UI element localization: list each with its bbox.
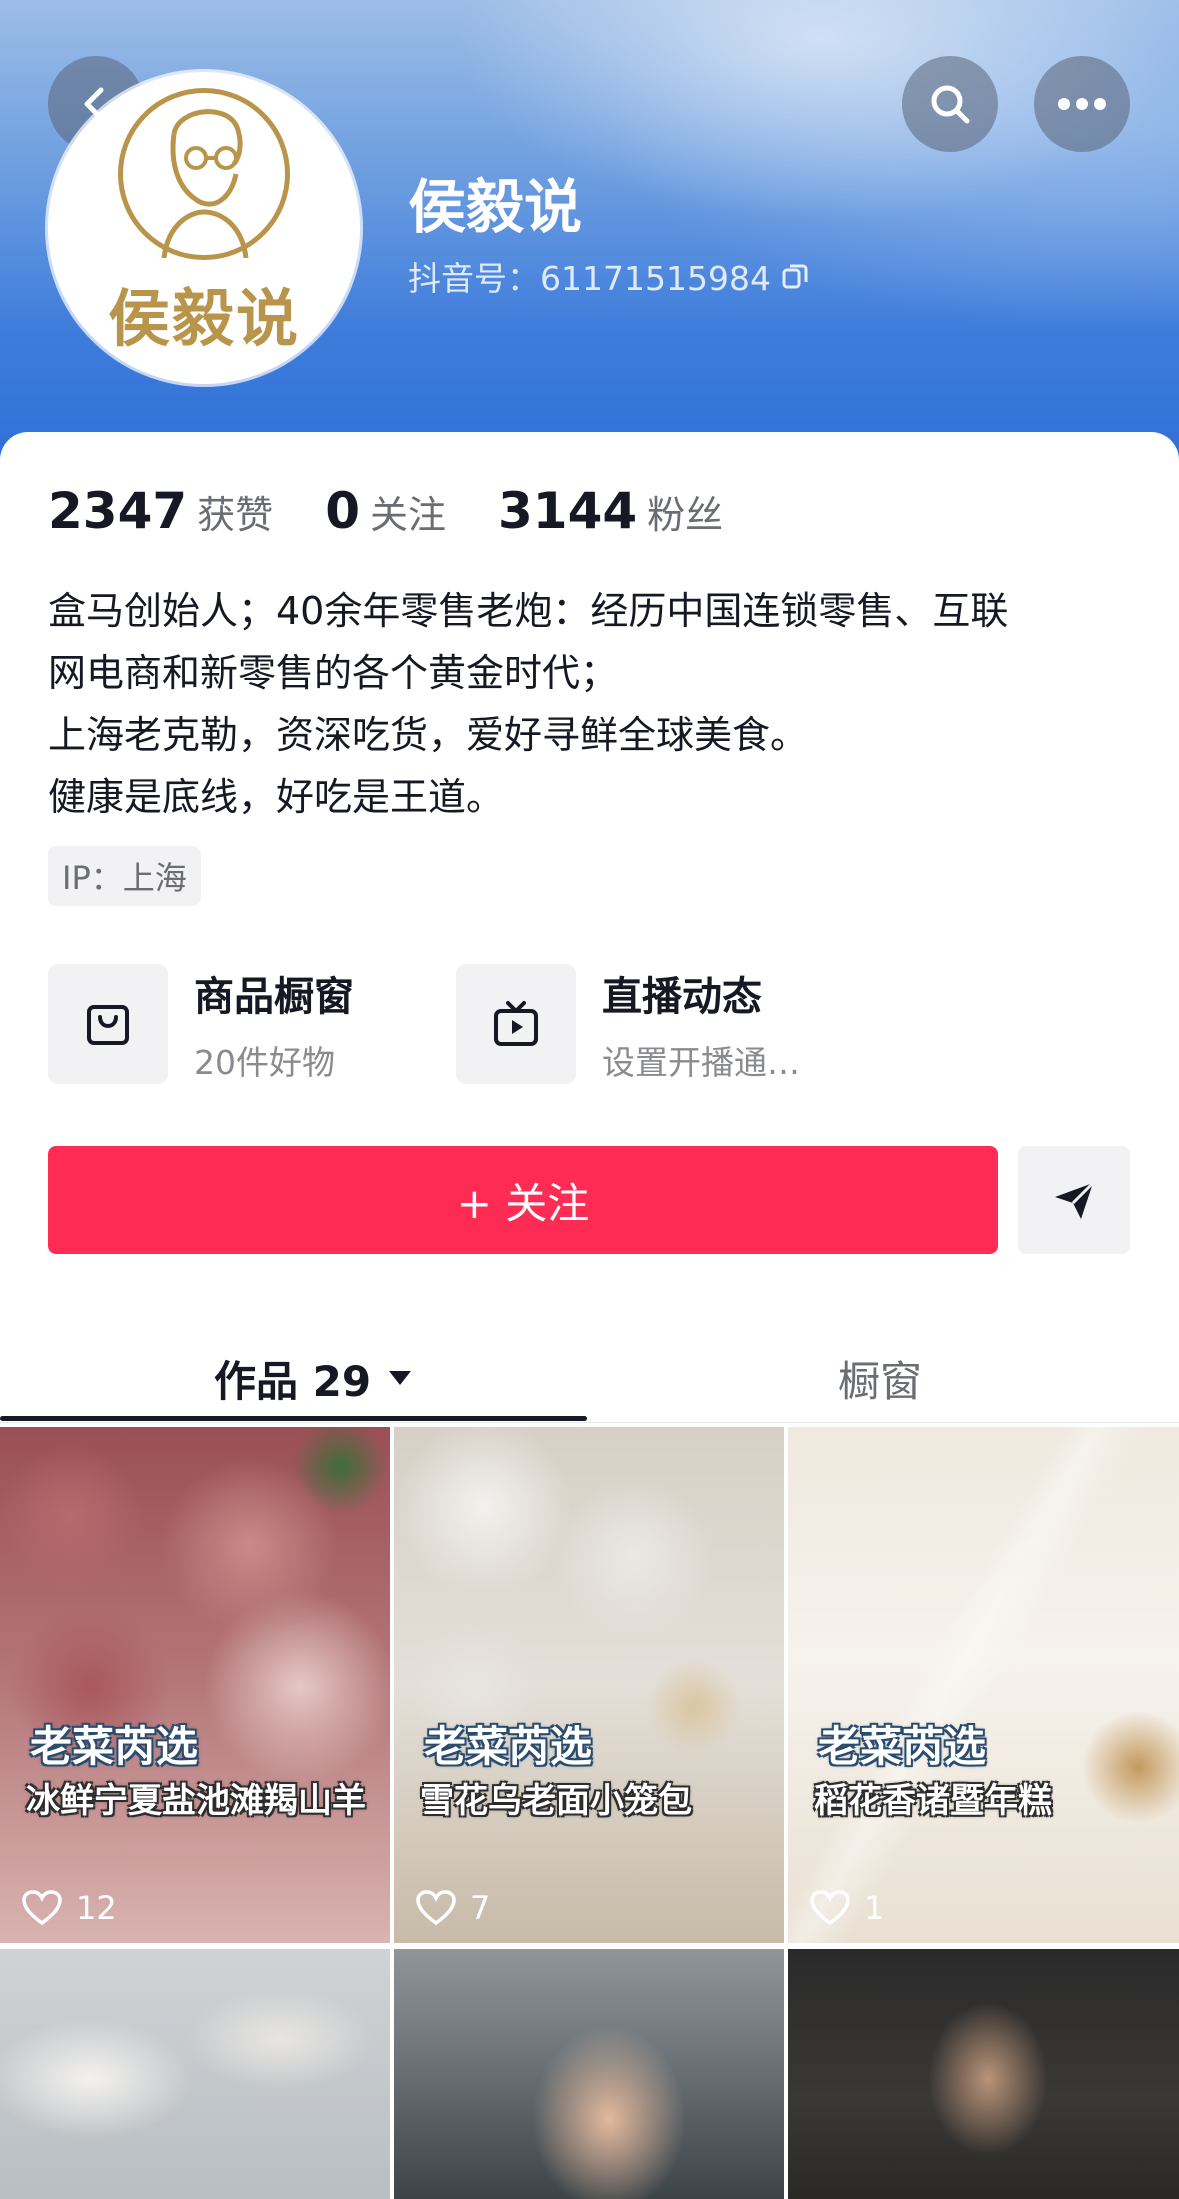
- bio-line: 健康是底线，好吃是王道。: [48, 775, 505, 819]
- video-thumbnail[interactable]: [394, 1949, 784, 2199]
- bio-line: 网电商和新零售的各个黄金时代；: [48, 651, 619, 695]
- stat-label: 获赞: [197, 493, 274, 537]
- stat-label: 粉丝: [647, 493, 724, 537]
- follow-button[interactable]: + 关注: [48, 1146, 998, 1254]
- like-count: 1: [810, 1889, 884, 1927]
- search-icon: [931, 85, 970, 124]
- ip-location-tag: IP：上海: [48, 846, 201, 906]
- follow-label: + 关注: [456, 1178, 590, 1228]
- copy-icon[interactable]: [781, 262, 809, 290]
- like-count: 7: [416, 1889, 490, 1927]
- feature-icon-box: [48, 964, 168, 1084]
- feature-subtitle: 20件好物: [194, 1043, 335, 1082]
- bio-line: 盒马创始人；40余年零售老炮：经历中国连锁零售、互联: [48, 589, 1009, 633]
- video-tag: 老菜芮选: [424, 1722, 593, 1771]
- heart-icon: [810, 1890, 850, 1926]
- share-button[interactable]: [1018, 1146, 1130, 1254]
- stat-followers[interactable]: 3144 粉丝: [498, 482, 723, 540]
- feature-icon-box: [456, 964, 576, 1084]
- video-title: 冰鲜宁夏盐池滩羯山羊: [26, 1781, 366, 1821]
- feature-title: 商品橱窗: [194, 974, 354, 1020]
- avatar[interactable]: 侯毅说: [48, 72, 360, 384]
- profile-bio: 盒马创始人；40余年零售老炮：经历中国连锁零售、互联 网电商和新零售的各个黄金时…: [48, 580, 1138, 828]
- avatar-logo-text: 侯毅说: [107, 282, 300, 355]
- feature-title: 直播动态: [602, 974, 762, 1020]
- heart-icon: [416, 1890, 456, 1926]
- feature-subtitle: 设置开播通…: [602, 1043, 800, 1082]
- caret-down-icon[interactable]: [387, 1369, 413, 1387]
- video-tag: 老菜芮选: [818, 1722, 987, 1771]
- like-count: 12: [22, 1889, 117, 1927]
- video-thumbnail[interactable]: 老菜芮选 雪花乌老面小笼包 7: [394, 1427, 784, 1943]
- video-thumbnail[interactable]: 老菜芮选 冰鲜宁夏盐池滩羯山羊 12: [0, 1427, 390, 1943]
- stat-likes[interactable]: 2347 获赞: [48, 482, 273, 540]
- tab-works[interactable]: 作品 29: [214, 1332, 413, 1424]
- send-arrow-icon: [1055, 1181, 1095, 1219]
- tab-divider: [0, 1422, 1179, 1423]
- portrait-sketch-icon: [161, 109, 249, 258]
- tab-label: 橱窗: [838, 1356, 923, 1406]
- stat-number: 0: [325, 482, 360, 540]
- tab-shop-window[interactable]: 橱窗: [838, 1332, 922, 1424]
- stats-row: 2347 获赞 0 关注 3144 粉丝: [48, 482, 775, 540]
- tab-label: 作品 29: [214, 1356, 372, 1406]
- more-dots-icon: [1058, 98, 1106, 110]
- douyin-id: 抖音号：61171515984: [408, 259, 771, 298]
- like-number: 12: [76, 1889, 117, 1927]
- live-updates-entry[interactable]: 直播动态 设置开播通…: [456, 964, 800, 1084]
- heart-icon: [22, 1890, 62, 1926]
- shopping-bag-icon: [87, 1005, 129, 1045]
- stat-number: 3144: [498, 482, 638, 540]
- douyin-id-row[interactable]: 抖音号：61171515984: [408, 252, 809, 300]
- active-tab-indicator: [0, 1416, 587, 1421]
- video-thumbnail[interactable]: [788, 1949, 1179, 2199]
- video-thumbnail[interactable]: 老菜芮选 稻花香诸暨年糕 1: [788, 1427, 1179, 1943]
- video-tag: 老菜芮选: [30, 1722, 199, 1771]
- shop-window-entry[interactable]: 商品橱窗 20件好物: [48, 964, 354, 1084]
- like-number: 1: [864, 1889, 885, 1927]
- stat-following[interactable]: 0 关注: [325, 482, 446, 540]
- profile-name: 侯毅说: [408, 173, 583, 241]
- video-title: 稻花香诸暨年糕: [814, 1781, 1052, 1821]
- video-thumbnail[interactable]: [0, 1949, 390, 2199]
- stat-label: 关注: [369, 493, 446, 537]
- like-number: 7: [470, 1889, 491, 1927]
- content-tabs: 作品 29 橱窗: [0, 1332, 1179, 1424]
- more-button[interactable]: [1034, 56, 1130, 152]
- tv-play-icon: [494, 1001, 538, 1046]
- video-title: 雪花乌老面小笼包: [420, 1781, 692, 1821]
- feature-text: 直播动态 设置开播通…: [602, 964, 800, 1084]
- search-button[interactable]: [902, 56, 998, 152]
- stat-number: 2347: [48, 482, 188, 540]
- feature-text: 商品橱窗 20件好物: [194, 964, 354, 1084]
- bio-line: 上海老克勒，资深吃货，爱好寻鲜全球美食。: [48, 713, 809, 757]
